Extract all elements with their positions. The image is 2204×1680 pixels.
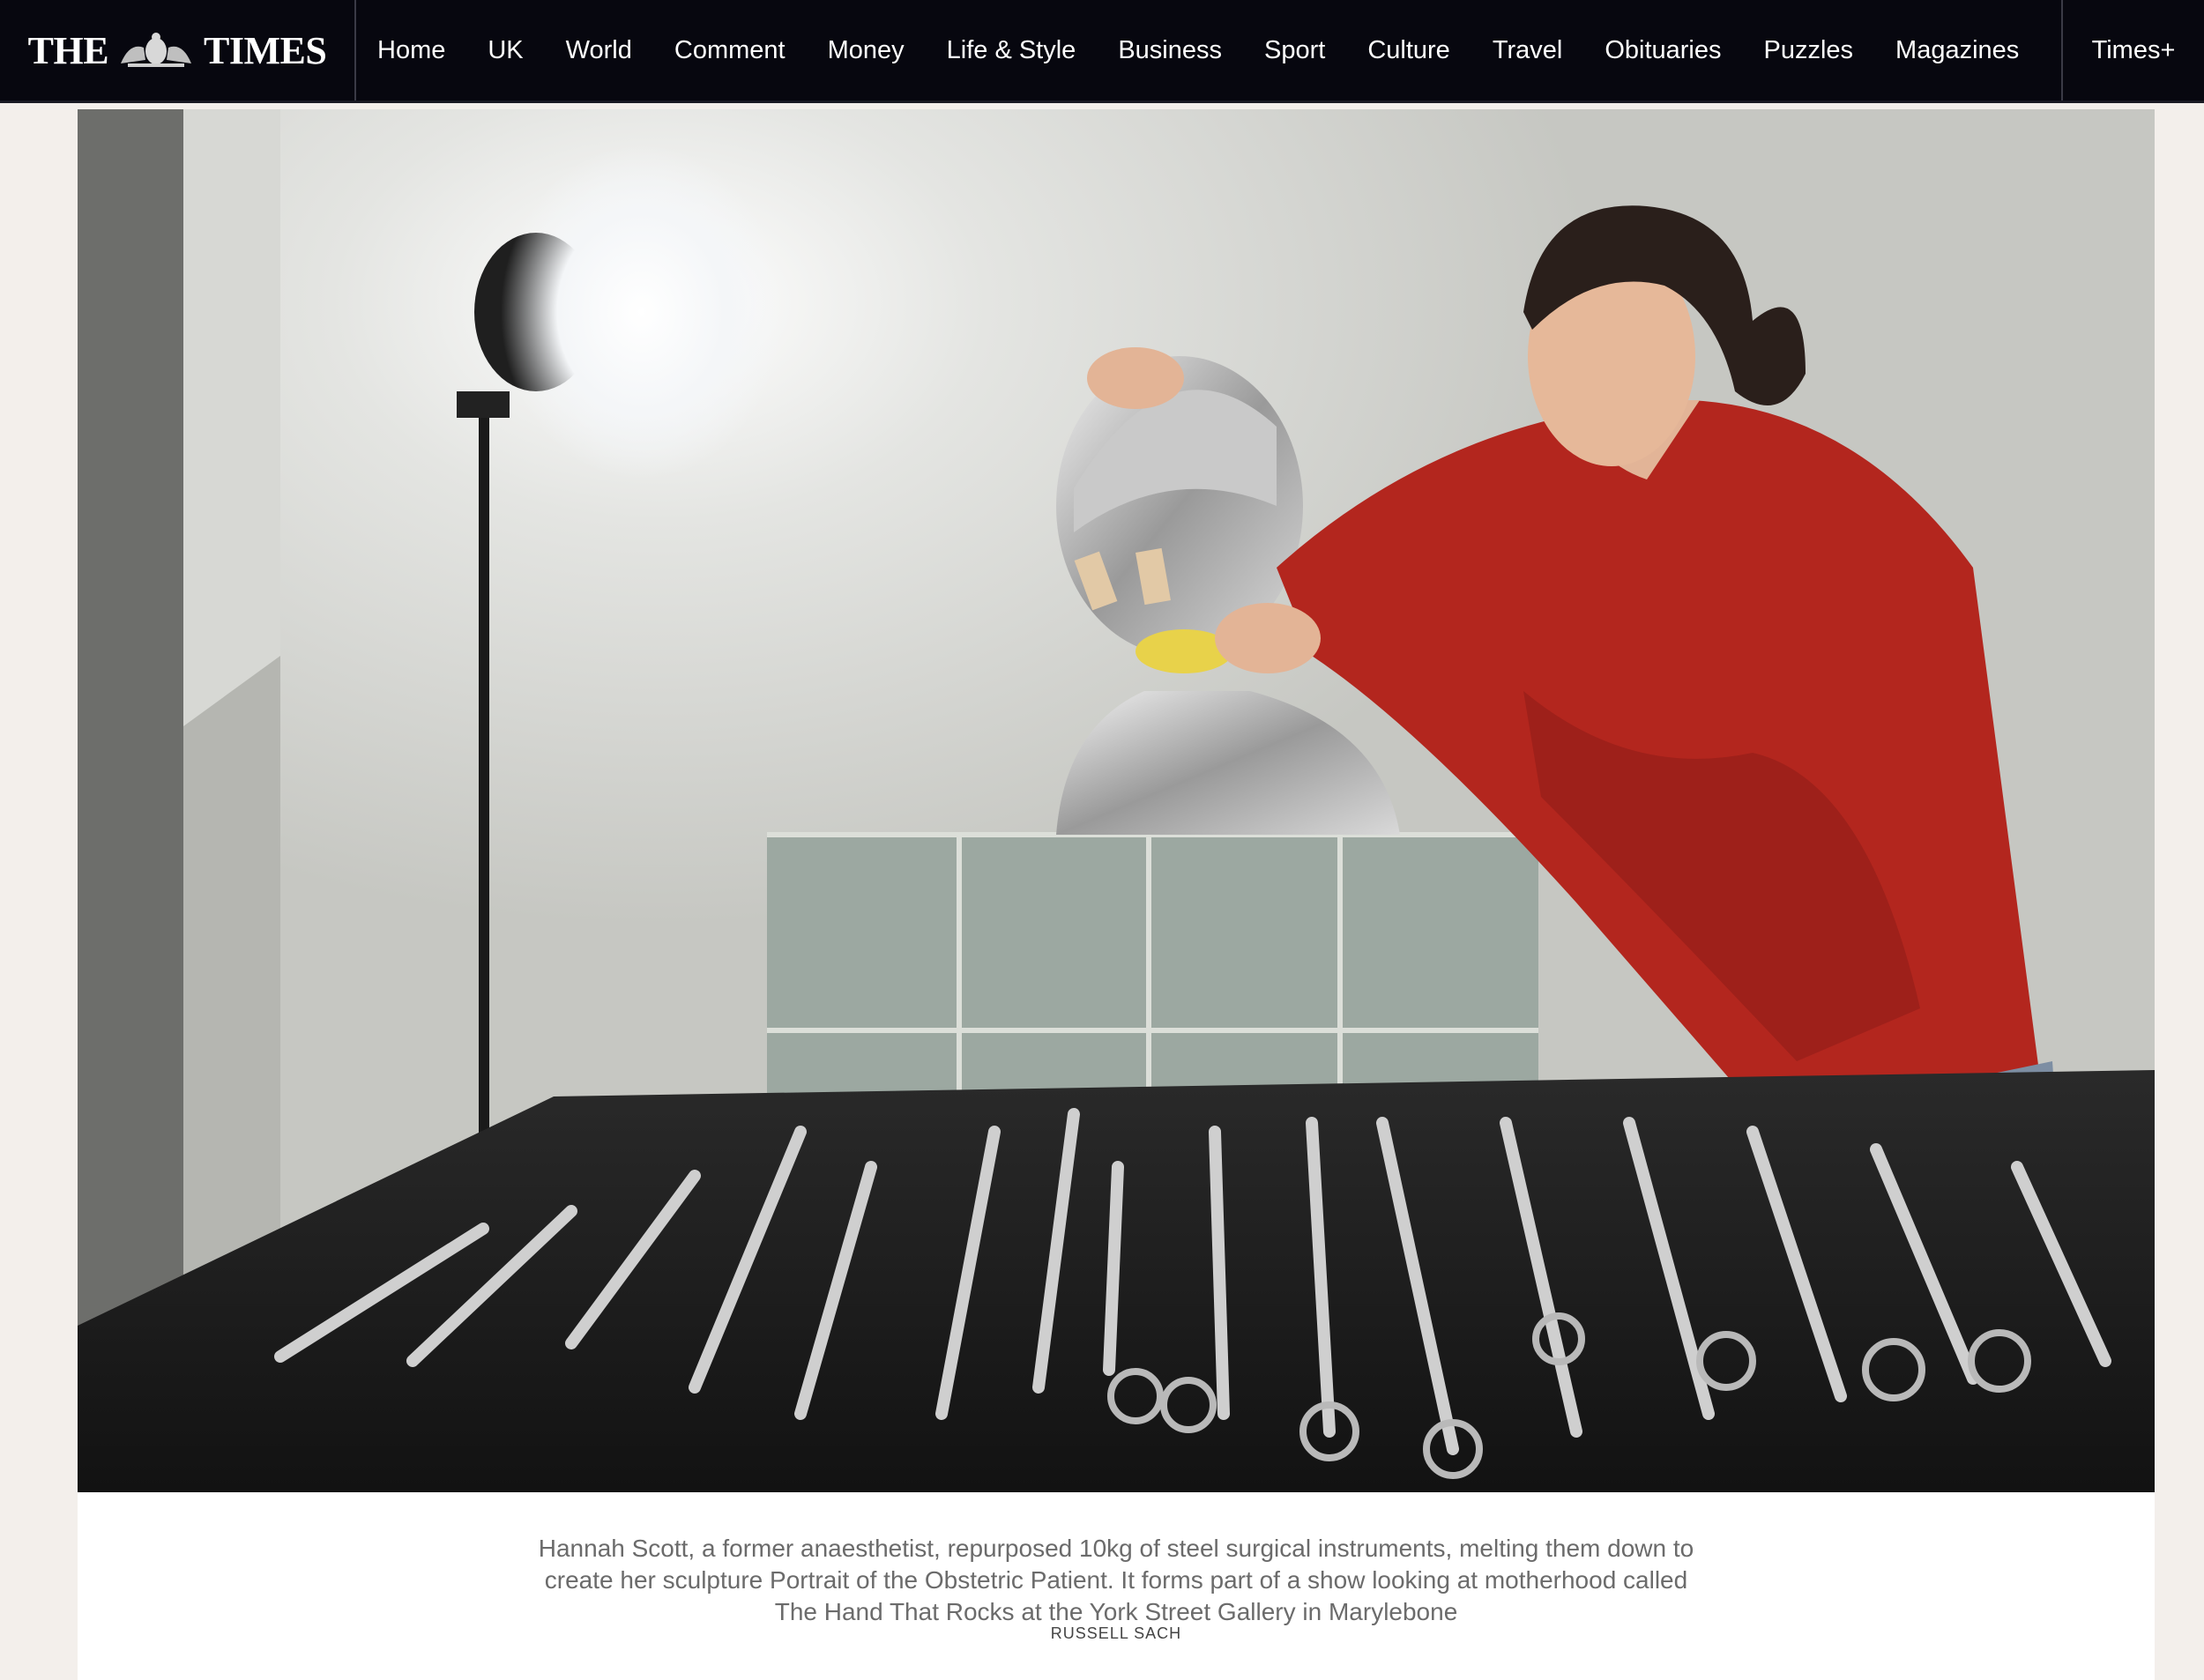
logo-word-the: THE [27, 28, 109, 72]
photo-illustration [78, 109, 2155, 1492]
nav-culture[interactable]: Culture [1367, 36, 1450, 65]
nav-world[interactable]: World [566, 36, 632, 65]
nav-sport[interactable]: Sport [1264, 36, 1325, 65]
photo-caption: Hannah Scott, a former anaesthetist, rep… [538, 1535, 1694, 1625]
article-photo [78, 109, 2155, 1492]
nav-obituaries[interactable]: Obituaries [1605, 36, 1721, 65]
the-times-logo[interactable]: THE TIMES [0, 0, 356, 100]
royal-crest-icon [121, 33, 192, 67]
section-navigation: Home UK World Comment Money Life & Style… [356, 0, 2061, 100]
photo-credit: RUSSELL SACH [1050, 1624, 1182, 1642]
nav-home[interactable]: Home [377, 36, 445, 65]
nav-business[interactable]: Business [1118, 36, 1222, 65]
top-navigation-bar: THE TIMES Home UK World Comment Money Li… [0, 0, 2204, 103]
times-plus-link[interactable]: Times+ [2061, 0, 2204, 100]
nav-life-style[interactable]: Life & Style [947, 36, 1076, 65]
nav-magazines[interactable]: Magazines [1895, 36, 2019, 65]
nav-travel[interactable]: Travel [1493, 36, 1563, 65]
logo-word-times: TIMES [204, 28, 327, 72]
nav-uk[interactable]: UK [488, 36, 523, 65]
nav-money[interactable]: Money [828, 36, 905, 65]
nav-comment[interactable]: Comment [674, 36, 786, 65]
nav-puzzles[interactable]: Puzzles [1763, 36, 1853, 65]
caption-area: Hannah Scott, a former anaesthetist, rep… [78, 1492, 2155, 1680]
